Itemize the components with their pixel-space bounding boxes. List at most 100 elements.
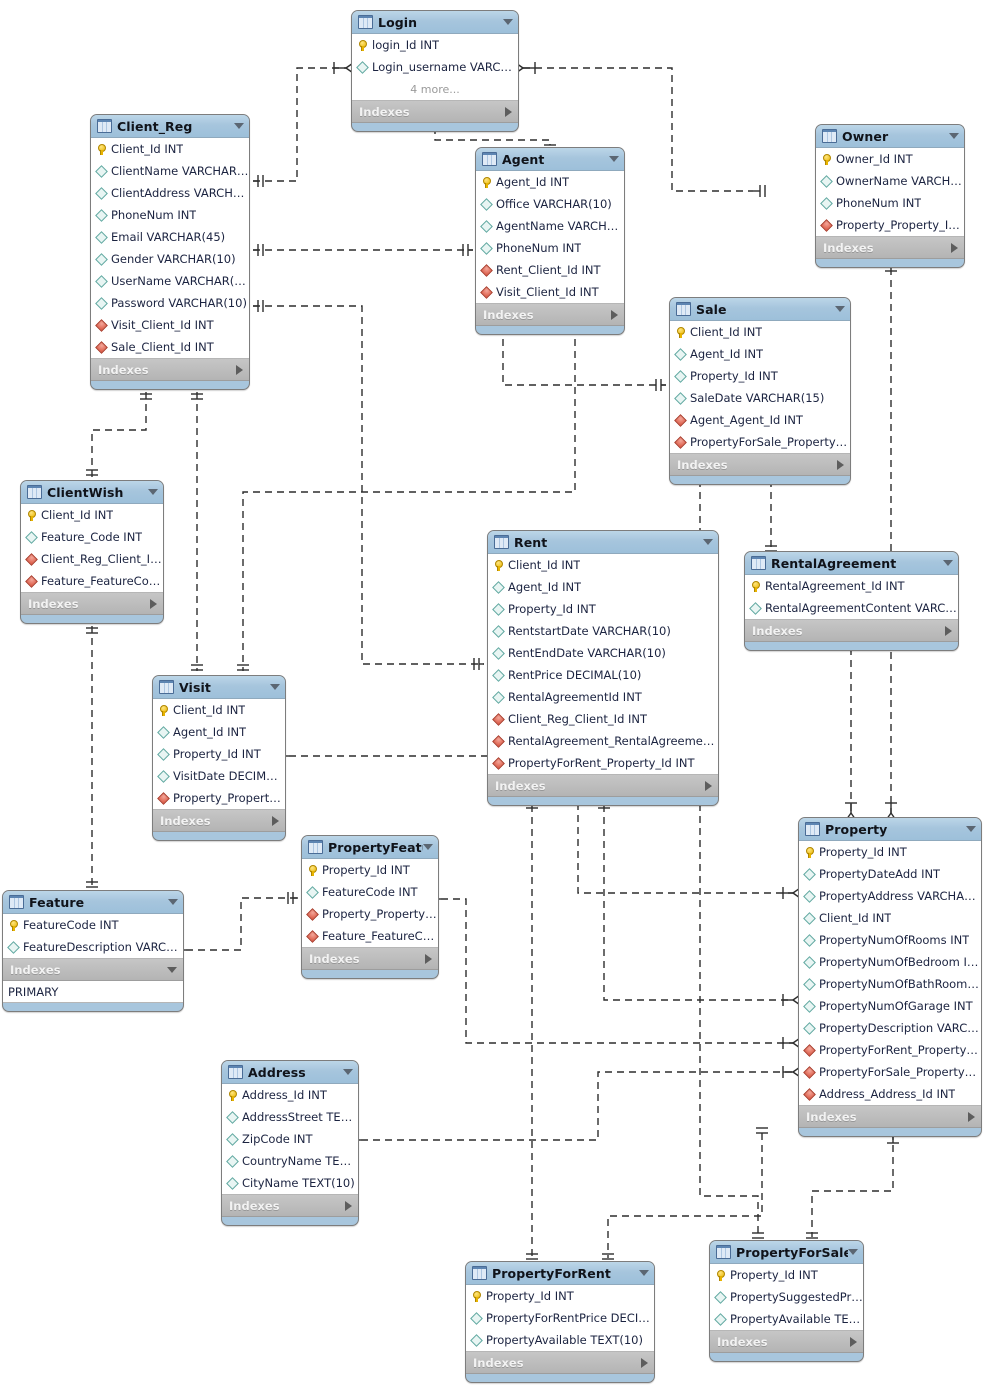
chevron-right-icon[interactable] — [150, 598, 157, 609]
column-row[interactable]: VisitDate DECIMAL(10) — [153, 765, 285, 787]
column-row[interactable]: SaleDate VARCHAR(15) — [670, 387, 850, 409]
column-row[interactable]: Client_Id INT — [799, 907, 981, 929]
column-row[interactable]: Property_Id INT — [710, 1264, 863, 1286]
table-header-address[interactable]: Address — [222, 1061, 358, 1084]
column-row[interactable]: Property_Id INT — [799, 841, 981, 863]
chevron-down-icon[interactable] — [943, 560, 953, 566]
chevron-right-icon[interactable] — [425, 953, 432, 964]
column-row[interactable]: PropertyNumOfRooms INT — [799, 929, 981, 951]
column-row[interactable]: Agent_Agent_Id INT — [670, 409, 850, 431]
column-row[interactable]: PropertyForRent_Property_Id INT — [799, 1039, 981, 1061]
index-row[interactable]: PRIMARY — [3, 981, 183, 1002]
table-owner[interactable]: Owner Owner_Id INT OwnerName VARCHAR(10) Ph… — [815, 124, 965, 268]
column-row[interactable]: CityName TEXT(10) — [222, 1172, 358, 1194]
column-row[interactable]: Feature_FeatureCode INT — [302, 925, 438, 947]
chevron-down-icon[interactable] — [167, 966, 177, 973]
chevron-down-icon[interactable] — [703, 539, 713, 545]
column-row[interactable]: PhoneNum INT — [816, 192, 964, 214]
column-row[interactable]: Client_Id INT — [670, 321, 850, 343]
table-visit[interactable]: Visit Client_Id INT Agent_Id INT Property_I… — [152, 675, 286, 841]
column-row[interactable]: Client_Reg_Client_Id INT — [21, 548, 163, 570]
table-agent[interactable]: Agent Agent_Id INT Office VARCHAR(10) Agent… — [475, 147, 625, 335]
column-row[interactable]: Agent_Id INT — [153, 721, 285, 743]
column-row[interactable]: UserName VARCHAR(10) — [91, 270, 249, 292]
column-row[interactable]: RentPrice DECIMAL(10) — [488, 664, 718, 686]
column-row[interactable]: Property_Id INT — [488, 598, 718, 620]
column-row[interactable]: PropertyDescription VARCHAR(45) — [799, 1017, 981, 1039]
column-row[interactable]: PropertySuggestedPrice INT — [710, 1286, 863, 1308]
column-row[interactable]: Property_Property_I... — [153, 787, 285, 809]
column-row[interactable]: Client_Id INT — [21, 504, 163, 526]
column-row[interactable]: Address_Address_Id INT — [799, 1083, 981, 1105]
column-row[interactable]: Address_Id INT — [222, 1084, 358, 1106]
table-header-owner[interactable]: Owner — [816, 125, 964, 148]
column-row[interactable]: PropertyNumOfBathRoom INT — [799, 973, 981, 995]
column-row[interactable]: Owner_Id INT — [816, 148, 964, 170]
chevron-right-icon[interactable] — [505, 106, 512, 117]
table-header-property[interactable]: Property — [799, 818, 981, 841]
column-row[interactable]: Property_Id INT — [302, 859, 438, 881]
column-row[interactable]: RentalAgreement_Id INT — [745, 575, 958, 597]
chevron-right-icon[interactable] — [272, 815, 279, 826]
column-row[interactable]: PhoneNum INT — [91, 204, 249, 226]
chevron-right-icon[interactable] — [945, 625, 952, 636]
column-row[interactable]: Visit_Client_Id INT — [476, 281, 624, 303]
column-row[interactable]: RentstartDate VARCHAR(10) — [488, 620, 718, 642]
chevron-down-icon[interactable] — [234, 123, 244, 129]
indexes-section-propertyforrent[interactable]: Indexes — [466, 1352, 654, 1374]
indexes-section-sale[interactable]: Indexes — [670, 454, 850, 476]
table-header-sale[interactable]: Sale — [670, 298, 850, 321]
column-row[interactable]: FeatureCode INT — [3, 914, 183, 936]
column-row[interactable]: RentalAgreement_RentalAgreement_Id INT — [488, 730, 718, 752]
chevron-right-icon[interactable] — [641, 1357, 648, 1368]
column-row[interactable]: RentEndDate VARCHAR(10) — [488, 642, 718, 664]
column-row[interactable]: login_Id INT — [352, 34, 518, 56]
column-row[interactable]: FeatureDescription VARCHAR(... — [3, 936, 183, 958]
indexes-section-owner[interactable]: Indexes — [816, 237, 964, 259]
column-row[interactable]: ClientName VARCHAR(45) — [91, 160, 249, 182]
chevron-down-icon[interactable] — [848, 1249, 858, 1255]
column-row[interactable]: Property_Id INT — [466, 1285, 654, 1307]
chevron-down-icon[interactable] — [503, 19, 513, 25]
more-columns-label[interactable]: 4 more... — [352, 78, 518, 100]
column-row[interactable]: FeatureCode INT — [302, 881, 438, 903]
column-row[interactable]: Sale_Client_Id INT — [91, 336, 249, 358]
table-header-clientwish[interactable]: ClientWish — [21, 481, 163, 504]
indexes-section-propertyfeature[interactable]: Indexes — [302, 948, 438, 970]
indexes-section-clientwish[interactable]: Indexes — [21, 593, 163, 615]
indexes-section-rent[interactable]: Indexes — [488, 775, 718, 797]
column-row[interactable]: PhoneNum INT — [476, 237, 624, 259]
column-row[interactable]: RentalAgreementContent VARCHAR(45) — [745, 597, 958, 619]
chevron-right-icon[interactable] — [345, 1200, 352, 1211]
indexes-section-propertyforsale[interactable]: Indexes — [710, 1331, 863, 1353]
table-rent[interactable]: Rent Client_Id INT Agent_Id INT Property_Id… — [487, 530, 719, 806]
chevron-down-icon[interactable] — [423, 844, 433, 850]
table-header-login[interactable]: Login — [352, 11, 518, 34]
table-sale[interactable]: Sale Client_Id INT Agent_Id INT Property_Id… — [669, 297, 851, 485]
column-row[interactable]: Feature_Code INT — [21, 526, 163, 548]
table-header-agent[interactable]: Agent — [476, 148, 624, 171]
table-header-propertyforrent[interactable]: PropertyForRent — [466, 1262, 654, 1285]
table-login[interactable]: Login login_Id INT Login_username VARCHAR(… — [351, 10, 519, 132]
indexes-section-rentalagreement[interactable]: Indexes — [745, 620, 958, 642]
table-clientwish[interactable]: ClientWish Client_Id INT Feature_Code INT C… — [20, 480, 164, 624]
column-row[interactable]: PropertyAddress VARCHAR(45) — [799, 885, 981, 907]
indexes-section-feature[interactable]: Indexes — [3, 959, 183, 981]
column-row[interactable]: AddressStreet TEXT(10) — [222, 1106, 358, 1128]
indexes-section-agent[interactable]: Indexes — [476, 304, 624, 326]
column-row[interactable]: AgentName VARCHAR(10) — [476, 215, 624, 237]
column-row[interactable]: PropertyForRentPrice DECIMAL(10) — [466, 1307, 654, 1329]
table-address[interactable]: Address Address_Id INT AddressStreet TEXT(… — [221, 1060, 359, 1226]
column-row[interactable]: PropertyForRent_Property_Id INT — [488, 752, 718, 774]
column-row[interactable]: CountryName TEXT(10) — [222, 1150, 358, 1172]
table-property[interactable]: Property Property_Id INT PropertyDateAdd I… — [798, 817, 982, 1137]
column-row[interactable]: Rent_Client_Id INT — [476, 259, 624, 281]
chevron-down-icon[interactable] — [168, 899, 178, 905]
column-row[interactable]: Client_Id INT — [153, 699, 285, 721]
column-row[interactable]: PropertyAvailable TEXT(10) — [466, 1329, 654, 1351]
column-row[interactable]: PropertyAvailable TEXT(10) — [710, 1308, 863, 1330]
chevron-right-icon[interactable] — [236, 364, 243, 375]
column-row[interactable]: Office VARCHAR(10) — [476, 193, 624, 215]
table-header-rentalagreement[interactable]: RentalAgreement — [745, 552, 958, 575]
indexes-section-login[interactable]: Indexes — [352, 101, 518, 123]
